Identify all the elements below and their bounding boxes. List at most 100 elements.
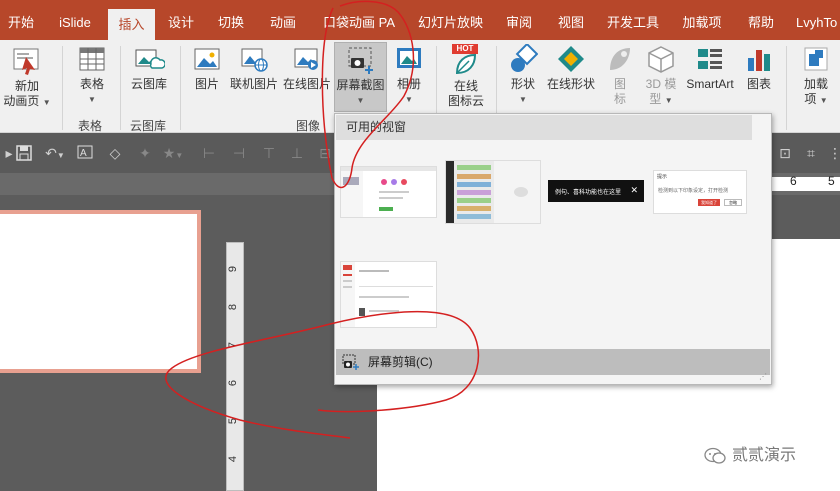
tab-pocket-animation[interactable]: 口袋动画 PA	[322, 0, 396, 40]
table-label: 表格	[79, 77, 104, 91]
online-shape-label: 在线形状	[546, 77, 595, 91]
online-picture-button[interactable]: 联机图片	[228, 44, 280, 92]
chart-label: 图表	[746, 77, 771, 91]
screenshot-dropdown: 可用的视窗 例句、喜科功能也在这里 ✕ 提示 检测到以下印象设定，打开检测 我知…	[334, 113, 772, 385]
thumb-dark-text: 例句、喜科功能也在这里	[555, 190, 622, 196]
align-bottom-icon[interactable]: ⊟	[316, 145, 334, 161]
window-thumbnail[interactable]: 例句、喜科功能也在这里 ✕	[548, 180, 644, 202]
tab-transitions[interactable]: 切换	[214, 0, 248, 40]
tab-review[interactable]: 审阅	[502, 0, 536, 40]
screen-clipping-icon	[342, 354, 359, 370]
available-windows-header: 可用的视窗	[336, 115, 752, 140]
cube-icon	[648, 46, 674, 73]
cloud-library-button[interactable]: 云图库	[126, 44, 172, 92]
tab-developer[interactable]: 开发工具	[606, 0, 660, 40]
icons-label: 图	[613, 77, 626, 91]
save-icon[interactable]	[15, 145, 33, 161]
tab-design[interactable]: 设计	[164, 0, 198, 40]
more-icon[interactable]: ⋮	[826, 145, 840, 161]
3d-model-label: 3D 模	[645, 77, 677, 91]
screen-icon[interactable]: ⊡	[776, 145, 794, 161]
chevron-down-icon: ▼	[356, 96, 365, 105]
window-thumbnail[interactable]	[445, 160, 541, 224]
thumb-dialog-title: 提示	[657, 174, 668, 180]
ribbon-tabs: 开始 iSlide 插入 设计 切换 动画 口袋动画 PA 幻灯片放映 审阅 视…	[0, 0, 840, 40]
cloud-gallery-icon	[135, 49, 165, 69]
screen-clipping-item[interactable]: 屏幕剪辑(C)	[336, 349, 770, 375]
globe-picture-icon	[241, 48, 268, 72]
thumb-dialog-ok: 我知道了	[698, 199, 720, 206]
ruler-number: 6	[790, 174, 797, 188]
svg-text:A: A	[80, 148, 87, 159]
tab-view[interactable]: 视图	[554, 0, 588, 40]
tab-slideshow[interactable]: 幻灯片放映	[418, 0, 483, 40]
tab-insert[interactable]: 插入	[108, 9, 155, 40]
album-label: 相册	[396, 77, 421, 91]
addins-button[interactable]: 加载 项 ▼	[796, 44, 836, 108]
ruler-number: 9	[227, 265, 240, 273]
smartart-button[interactable]: SmartArt	[684, 44, 736, 92]
ruler-number: 4	[227, 455, 240, 463]
album-button[interactable]: 相册 ▼	[390, 44, 428, 107]
chart-button[interactable]: 图表	[740, 44, 778, 92]
online-picture-icon	[294, 48, 318, 70]
tab-user[interactable]: LvyhTo	[796, 0, 840, 40]
star-icon[interactable]: ★▼	[160, 145, 186, 161]
group-label-cloud: 云图库	[130, 119, 167, 133]
sparkle-icon[interactable]: ✦	[136, 145, 154, 161]
window-thumbnail[interactable]	[340, 261, 437, 328]
tab-home[interactable]: 开始	[4, 0, 38, 40]
group-separator	[62, 46, 63, 130]
align-left-icon[interactable]: ⊢	[200, 145, 218, 161]
icons-label-2: 标	[613, 92, 626, 106]
align-middle-icon[interactable]: ⊥	[288, 145, 306, 161]
thumb-dialog-ignore: 忽略	[724, 199, 742, 206]
table-icon	[79, 47, 105, 71]
text-box-icon[interactable]: A	[76, 145, 94, 161]
tab-help[interactable]: 帮助	[744, 0, 778, 40]
align-center-icon[interactable]: ⊣	[230, 145, 248, 161]
picture-button[interactable]: 图片	[188, 44, 226, 92]
resize-grip-icon[interactable]: ⋰	[759, 372, 767, 381]
ruler-number: 5	[828, 174, 835, 188]
online-picture-plugin-label: 在线图片	[282, 77, 331, 91]
online-shape-button[interactable]: 在线形状	[544, 44, 598, 92]
screenshot-label: 屏幕截图	[336, 78, 385, 92]
tab-animations[interactable]: 动画	[266, 0, 300, 40]
screenshot-button[interactable]: 屏幕截图 ▼	[334, 42, 387, 112]
undo-icon[interactable]: ↶▼	[42, 145, 68, 161]
tab-islide[interactable]: iSlide	[54, 0, 96, 40]
new-animation-slide-button[interactable]: 新加 动画页 ▼	[2, 44, 52, 110]
3d-model-label-2: 型 ▼	[649, 92, 673, 106]
chevron-down-icon: ▼	[405, 95, 413, 104]
window-thumbnail[interactable]	[340, 166, 437, 218]
ruler-number: 8	[227, 303, 240, 311]
shape-button[interactable]: 形状 ▼	[504, 44, 542, 107]
smartart-icon	[698, 49, 722, 69]
group-label-image: 图像	[296, 119, 321, 133]
bar-chart-icon	[748, 50, 770, 71]
picture-icon	[194, 48, 220, 70]
online-icon-cloud-button[interactable]: HOT 在线 图标云	[444, 44, 488, 109]
online-picture-label: 联机图片	[229, 77, 278, 91]
shape-fill-icon[interactable]: ◇	[106, 145, 124, 161]
thumb-dialog-text: 检测到以下印象设定，打开检测	[658, 188, 729, 194]
window-thumbnail[interactable]: 提示 检测到以下印象设定，打开检测 我知道了 忽略	[653, 170, 747, 214]
online-picture-plugin-button[interactable]: 在线图片	[282, 44, 332, 92]
crop-icon[interactable]: ⌗	[802, 145, 820, 161]
chevron-down-icon: ▼	[88, 95, 96, 104]
screen-clipping-label: 屏幕剪辑(C)	[368, 355, 433, 369]
align-top-icon[interactable]: ⊤	[260, 145, 278, 161]
cloud-library-label: 云图库	[130, 77, 167, 91]
group-separator	[120, 46, 121, 130]
online-icon-label-2: 图标云	[447, 94, 484, 108]
online-shape-icon	[558, 46, 584, 72]
chevron-down-icon: ▼	[519, 95, 527, 104]
slide-thumbnail[interactable]	[0, 210, 201, 373]
table-button[interactable]: 表格 ▼	[72, 44, 112, 107]
icons-button[interactable]: 图 标	[604, 44, 636, 107]
leaf-icon	[455, 53, 477, 75]
3d-model-button[interactable]: 3D 模 型 ▼	[640, 44, 682, 108]
group-label-table: 表格	[78, 119, 103, 133]
tab-addins[interactable]: 加载项	[680, 0, 724, 40]
